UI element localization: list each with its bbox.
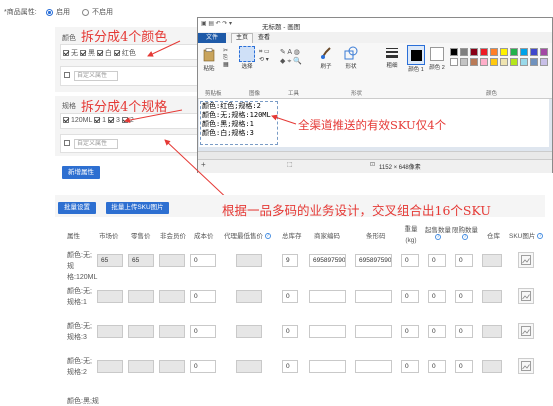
batch-set-button[interactable]: 批量设置 [58, 202, 96, 214]
barcode-input[interactable] [355, 325, 392, 338]
retail-price-input[interactable] [128, 290, 154, 303]
batch-upload-button[interactable]: 批量上传SKU图片 [106, 202, 169, 214]
row-attr: 颜色:无;规格:3 [67, 323, 92, 341]
min-qty-input[interactable]: 0 [428, 290, 446, 303]
merchant-code-input[interactable] [309, 290, 346, 303]
partial-row-attr: 颜色:黑;规 [67, 398, 99, 405]
col-min: 起售数量? [425, 227, 451, 241]
col-sku-image: SKU图片 ? [509, 233, 544, 240]
market-price-input[interactable] [97, 290, 123, 303]
col-attr: 属性 [67, 233, 80, 240]
min-qty-input[interactable]: 0 [428, 254, 446, 267]
image-icon [521, 291, 531, 301]
image-icon [521, 255, 531, 265]
col-agent: 代理最低售价 ? [224, 233, 271, 240]
stock-input[interactable]: 0 [282, 325, 298, 338]
col-member: 非会员价 [160, 233, 186, 240]
retail-price-input[interactable] [128, 360, 154, 373]
help-icon: ? [537, 233, 544, 240]
barcode-input[interactable] [355, 360, 392, 373]
limit-qty-input[interactable]: 0 [455, 290, 473, 303]
cost-price-input[interactable]: 0 [190, 360, 216, 373]
merchant-code-input[interactable] [309, 325, 346, 338]
stock-input[interactable]: 0 [282, 290, 298, 303]
retail-price-input[interactable]: 65 [128, 254, 154, 267]
col-cost: 成本价 [194, 233, 214, 240]
retail-price-input[interactable] [128, 325, 154, 338]
merchant-code-input[interactable] [309, 360, 346, 373]
limit-qty-input[interactable]: 0 [455, 325, 473, 338]
help-icon: ? [264, 233, 271, 240]
member-price-input[interactable] [159, 254, 185, 267]
market-price-input[interactable] [97, 360, 123, 373]
cost-price-input[interactable]: 0 [190, 290, 216, 303]
col-code: 商家编码 [314, 233, 340, 240]
row-attr: 颜色:无;规格:2 [67, 358, 92, 376]
weight-input[interactable]: 0 [401, 290, 419, 303]
image-icon [521, 326, 531, 336]
col-warehouse: 仓库 [487, 233, 500, 240]
cost-price-input[interactable]: 0 [190, 325, 216, 338]
weight-input[interactable]: 0 [401, 360, 419, 373]
weight-input[interactable]: 0 [401, 254, 419, 267]
help-icon: ? [435, 234, 441, 241]
limit-qty-input[interactable]: 0 [455, 254, 473, 267]
weight-input[interactable]: 0 [401, 325, 419, 338]
arrow-cross [164, 139, 233, 204]
min-qty-input[interactable]: 0 [428, 360, 446, 373]
agent-price-input[interactable] [236, 360, 262, 373]
warehouse-select[interactable] [482, 325, 502, 338]
agent-price-input[interactable] [236, 254, 262, 267]
agent-price-input[interactable] [236, 290, 262, 303]
help-icon: ? [462, 234, 468, 241]
image-icon [521, 361, 531, 371]
market-price-input[interactable]: 65 [97, 254, 123, 267]
col-stock: 总库存 [282, 233, 302, 240]
col-barcode: 条形码 [366, 233, 386, 240]
sku-image-upload[interactable] [518, 358, 534, 374]
warehouse-select[interactable] [482, 360, 502, 373]
limit-qty-input[interactable]: 0 [455, 360, 473, 373]
barcode-input[interactable]: 6958975906 [355, 254, 392, 267]
member-price-input[interactable] [159, 360, 185, 373]
arrow-spec [124, 109, 183, 123]
sku-image-upload[interactable] [518, 252, 534, 268]
warehouse-select[interactable] [482, 290, 502, 303]
row-attr: 颜色:无;规格:1 [67, 288, 92, 306]
stock-input[interactable]: 9 [282, 254, 298, 267]
warehouse-select[interactable] [482, 254, 502, 267]
col-market: 市场价 [99, 233, 119, 240]
col-limit: 限购数量? [452, 227, 478, 241]
market-price-input[interactable] [97, 325, 123, 338]
sku-image-upload[interactable] [518, 323, 534, 339]
barcode-input[interactable] [355, 290, 392, 303]
arrow-sku [271, 114, 297, 125]
sku-image-upload[interactable] [518, 288, 534, 304]
row-attr: 颜色:无;规格:120ML [67, 252, 98, 281]
member-price-input[interactable] [159, 290, 185, 303]
cost-price-input[interactable]: 0 [190, 254, 216, 267]
stock-input[interactable]: 0 [282, 360, 298, 373]
arrow-color [147, 40, 181, 57]
cross-annotation: 根据一品多码的业务设计，交叉组合出16个SKU [222, 203, 491, 218]
col-weight: 重量(kg) [404, 226, 418, 244]
col-retail: 零售价 [131, 233, 151, 240]
min-qty-input[interactable]: 0 [428, 325, 446, 338]
merchant-code-input[interactable]: 6958975906 [309, 254, 346, 267]
agent-price-input[interactable] [236, 325, 262, 338]
member-price-input[interactable] [159, 325, 185, 338]
